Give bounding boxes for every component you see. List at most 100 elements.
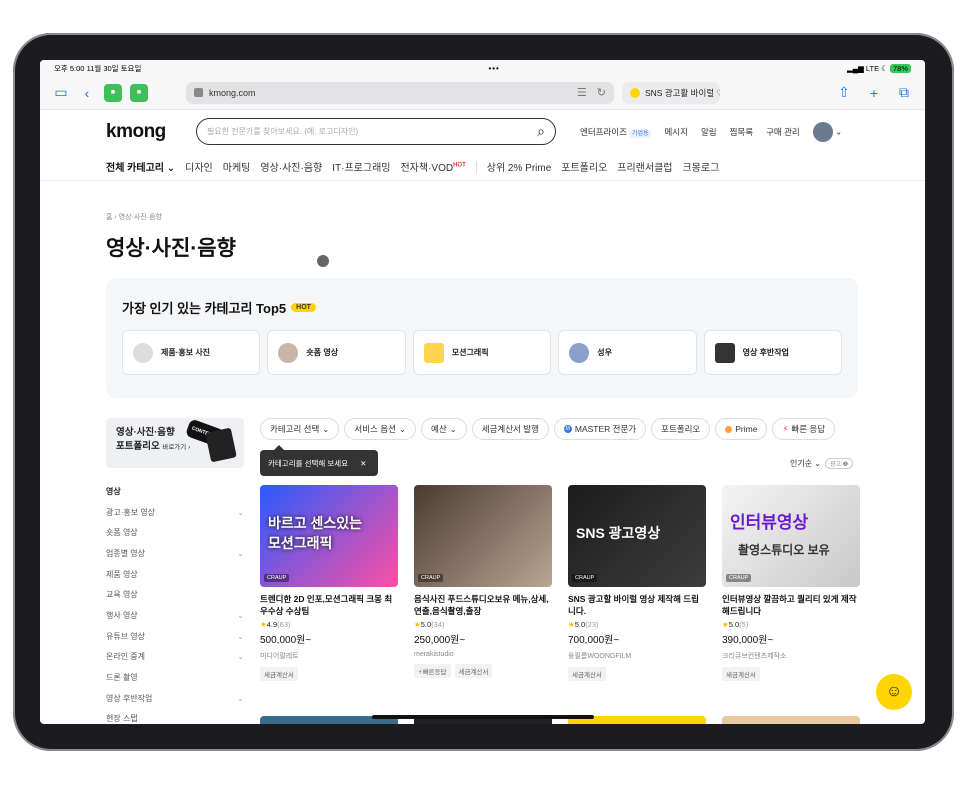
sidebar-item[interactable]: 유튜브 영상 ⌄ xyxy=(106,626,244,647)
filter-label: 서비스 옵션 xyxy=(354,424,396,434)
top5-title-row: 가장 인기 있는 카테고리 Top5 HOT xyxy=(122,298,842,317)
filter-fast-response[interactable]: ⚡ 빠른 응답 xyxy=(772,418,836,440)
sidebar-item[interactable]: 현장 스탭 xyxy=(106,709,244,724)
top5-item-product-photo[interactable]: 제품·홍보 사진 xyxy=(122,330,261,375)
sidebar-item[interactable]: 숏폼 영상 xyxy=(106,522,244,543)
share-icon[interactable]: ⇧ xyxy=(835,84,853,102)
promo-more-link[interactable]: 바로가기 › xyxy=(162,444,190,451)
tabs-overview-icon[interactable]: ⧉ xyxy=(895,84,913,102)
lightning-icon: ⚡ xyxy=(782,423,789,434)
nav-enterprise[interactable]: 엔터프라이즈 기업용 xyxy=(580,126,652,138)
breadcrumb[interactable]: 홈 › 영상·사진·음향 xyxy=(106,212,162,222)
seller-name[interactable]: 크리큐브컨텐츠제작소 xyxy=(722,651,860,661)
nav-alerts[interactable]: 알림 xyxy=(701,126,717,138)
sidebar-icon[interactable]: ▭ xyxy=(52,84,70,102)
open-tab[interactable]: SNS 광고활 바이럴 ♡ xyxy=(622,81,720,104)
home-indicator[interactable] xyxy=(372,715,594,719)
kmong-logo[interactable]: kmong xyxy=(106,121,186,143)
seller-name[interactable]: 미디어팔레트 xyxy=(260,651,398,661)
filter-label: 포트폴리오 xyxy=(661,424,701,434)
service-card[interactable]: CRAUP 음식사진 푸드스튜디오보유 메뉴,상세,연출,음식촬영,출장 ★5.… xyxy=(414,485,552,681)
service-title[interactable]: SNS 광고할 바이럴 영상 제작해 드립니다. xyxy=(568,593,706,617)
nav-messages[interactable]: 메시지 xyxy=(664,126,687,138)
cat-it[interactable]: IT·프로그래밍 xyxy=(332,159,390,174)
promo-line2: 포트폴리오 xyxy=(116,441,160,452)
top5-item-shortform[interactable]: 숏폼 영상 xyxy=(267,330,406,375)
filter-budget[interactable]: 예산 ⌄ xyxy=(421,418,467,440)
service-title[interactable]: 인터뷰영상 깔끔하고 퀄리티 있게 제작해드립니다 xyxy=(722,593,860,617)
multitask-dots[interactable]: ••• xyxy=(488,64,499,73)
sidebar-item[interactable]: 업종별 영상 ⌄ xyxy=(106,543,244,564)
tax-invoice-tag: 세금계산서 xyxy=(568,667,606,681)
nav-prime[interactable]: 상위 2% Prime xyxy=(487,159,552,174)
service-title[interactable]: 음식사진 푸드스튜디오보유 메뉴,상세,연출,음식촬영,출장 xyxy=(414,593,552,617)
top5-item-voice[interactable]: 성우 xyxy=(558,330,697,375)
site-favicon xyxy=(194,88,203,97)
address-bar[interactable]: kmong.com ☰ ↻ xyxy=(186,81,614,104)
chevron-down-icon: ⌄ xyxy=(449,423,457,434)
sort-dropdown[interactable]: 인기순 ⌄ xyxy=(790,458,821,469)
service-card[interactable]: 인터뷰영상 촬영스튜디오 보유 CRAUP 인터뷰영상 깔끔하고 퀄리티 있게 … xyxy=(722,485,860,681)
seller-name[interactable]: 웅필름WOONGFILM xyxy=(568,651,706,661)
master-icon: M xyxy=(563,425,572,433)
portfolio-promo-banner[interactable]: 영상·사진·음향 포트폴리오 바로가기 › CONTENTS xyxy=(106,418,244,468)
chevron-down-icon: ⌄ xyxy=(237,610,244,620)
nav-kmong-log[interactable]: 크몽로그 xyxy=(682,159,719,174)
service-thumbnail-partial[interactable] xyxy=(722,716,860,724)
sidebar-item[interactable]: 영상 후반작업 ⌄ xyxy=(106,688,244,709)
seller-name[interactable]: merakistudio xyxy=(414,651,552,658)
filter-category[interactable]: 카테고리 선택 ⌄ xyxy=(260,418,340,440)
tab-favicon xyxy=(630,87,640,98)
chevron-down-icon: ⌄ xyxy=(237,548,244,558)
cat-video[interactable]: 영상·사진·음향 xyxy=(260,159,322,174)
sidebar-item[interactable]: 제품 영상 xyxy=(106,564,244,585)
user-menu[interactable]: ⌄ xyxy=(812,121,842,142)
filter-portfolio[interactable]: 포트폴리오 xyxy=(651,418,711,440)
filter-master[interactable]: M MASTER 전문가 xyxy=(553,418,647,440)
filter-tax-invoice[interactable]: 세금계산서 발행 xyxy=(471,418,549,440)
search-icon[interactable]: ⌕ xyxy=(537,123,545,140)
nav-freelancer-club[interactable]: 프리랜서클럽 xyxy=(617,159,672,174)
sidebar-item-label: 교육 영상 xyxy=(106,590,138,600)
cat-design[interactable]: 디자인 xyxy=(185,159,213,174)
nav-portfolio[interactable]: 포트폴리오 xyxy=(561,159,607,174)
nav-wishlist[interactable]: 찜목록 xyxy=(730,126,753,138)
service-thumbnail[interactable]: 바르고 센스있는 모션그래픽 CRAUP xyxy=(260,485,398,587)
service-title[interactable]: 트렌디한 2D 인포,모션그래픽 크몽 최우수상 수상팀 xyxy=(260,593,398,617)
service-thumbnail[interactable]: 인터뷰영상 촬영스튜디오 보유 CRAUP xyxy=(722,485,860,587)
reader-icon[interactable]: ☰ xyxy=(577,86,587,99)
sidebar-item[interactable]: 온라인 중계 ⌄ xyxy=(106,647,244,668)
sidebar-item[interactable]: 교육 영상 xyxy=(106,584,244,605)
all-categories-button[interactable]: 전체 카테고리 ⌄ xyxy=(106,159,175,174)
sidebar-item[interactable]: 광고·홍보 영상 ⌄ xyxy=(106,502,244,523)
search-input[interactable]: 필요한 전문가를 찾아보세요. (예: 로고디자인) ⌕ xyxy=(196,118,556,145)
service-card[interactable]: 바르고 센스있는 모션그래픽 CRAUP 트렌디한 2D 인포,모션그래픽 크몽… xyxy=(260,485,398,681)
service-thumbnail[interactable]: SNS 광고영상 CRAUP xyxy=(568,485,706,587)
top5-label: 숏폼 영상 xyxy=(306,348,339,357)
tab-group-icon-2[interactable]: ■ xyxy=(130,83,148,102)
close-icon[interactable]: ✕ xyxy=(360,459,366,468)
filter-service-option[interactable]: 서비스 옵션 ⌄ xyxy=(344,418,417,440)
top5-item-postproduction[interactable]: 영상 후반작업 xyxy=(703,330,843,375)
new-tab-icon[interactable]: + xyxy=(865,84,883,102)
top5-item-motion[interactable]: 모션그래픽 xyxy=(412,330,552,375)
nav-purchases[interactable]: 구매 관리 xyxy=(766,126,800,138)
cat-ebook[interactable]: 전자책·VODHOT xyxy=(400,159,465,174)
service-card[interactable]: SNS 광고영상 CRAUP SNS 광고할 바이럴 영상 제작해 드립니다. … xyxy=(568,485,706,681)
tab-group-icon[interactable]: ■ xyxy=(104,83,122,102)
service-thumbnail[interactable]: CRAUP xyxy=(414,485,552,587)
back-icon[interactable]: ‹ xyxy=(78,84,96,102)
filter-prime[interactable]: Prime xyxy=(715,418,768,440)
url-text: kmong.com xyxy=(209,87,256,98)
service-price: 390,000원~ xyxy=(722,635,774,646)
star-icon: ★ xyxy=(722,620,729,629)
cat-marketing[interactable]: 마케팅 xyxy=(223,159,251,174)
reload-icon[interactable]: ↻ xyxy=(597,86,606,99)
chat-support-button[interactable]: ☺ xyxy=(876,674,912,710)
filter-label: 빠른 응답 xyxy=(791,424,826,434)
tag-label: 빠른응답 xyxy=(422,669,447,676)
sidebar-item[interactable]: 행사 영상 ⌄ xyxy=(106,605,244,626)
sidebar-heading: 영상 xyxy=(106,486,121,496)
sidebar-item[interactable]: 드론 촬영 xyxy=(106,667,244,688)
ad-info-badge[interactable]: 광고 ❶ xyxy=(825,458,854,469)
